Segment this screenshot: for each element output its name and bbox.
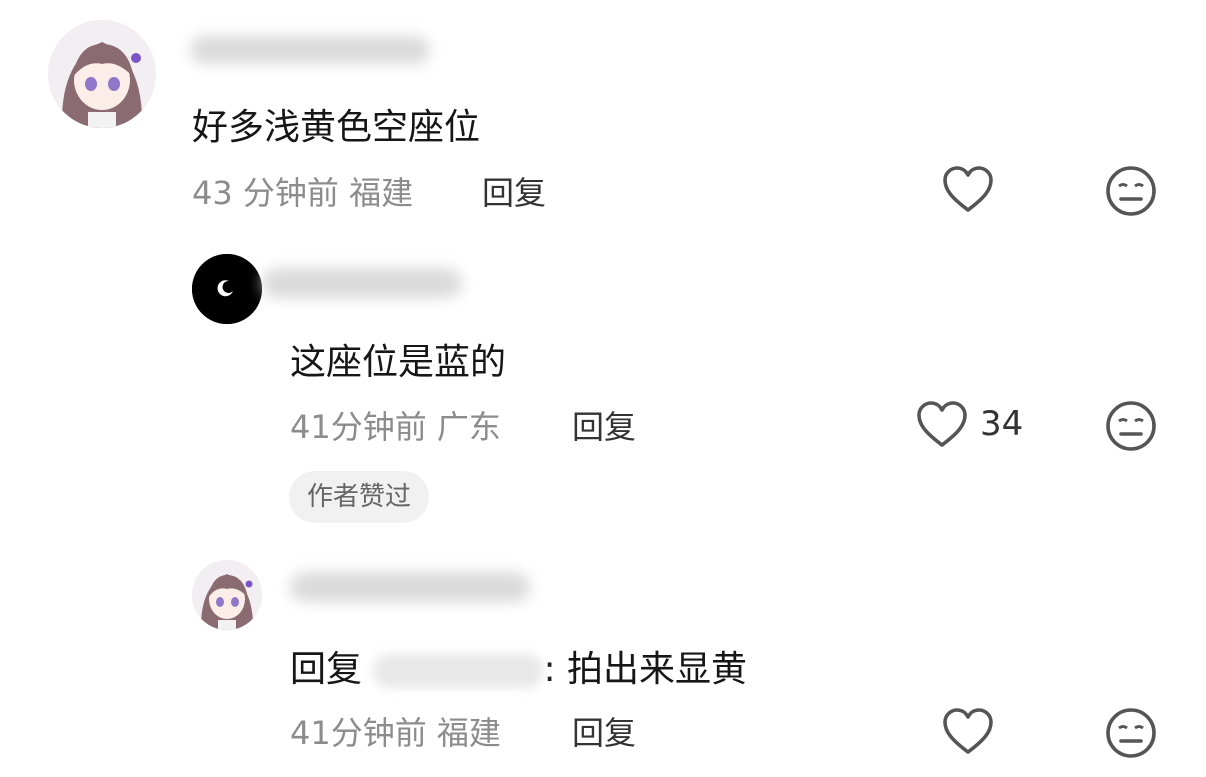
mention-redacted (373, 654, 544, 688)
meh-face-icon[interactable] (1104, 706, 1158, 764)
comment-time: 41分钟前 (290, 408, 427, 446)
heart-outline-icon[interactable] (942, 708, 994, 760)
reply-prefix: 回复 (290, 649, 363, 690)
reply-button[interactable]: 回复 (572, 708, 636, 754)
comment-meta: 41分钟前 广东 (290, 402, 501, 448)
comment-text: 回复 : 拍出来显黄 (290, 640, 747, 692)
comment-location: 福建 (436, 714, 501, 752)
avatar[interactable] (48, 20, 156, 128)
username-redacted (190, 36, 430, 64)
author-liked-badge: 作者赞过 (289, 471, 430, 523)
reply-button[interactable]: 回复 (482, 168, 546, 214)
meh-face-icon[interactable] (1104, 399, 1158, 457)
reply-button[interactable]: 回复 (572, 402, 636, 448)
avatar[interactable] (192, 560, 262, 630)
like-count: 34 (980, 404, 1024, 444)
comment-meta: 41分钟前 福建 (290, 708, 501, 754)
heart-outline-icon[interactable] (916, 401, 968, 453)
reply-text: : 拍出来显黄 (543, 649, 748, 690)
avatar[interactable] (192, 254, 262, 324)
username-redacted (262, 268, 462, 298)
comment-time: 41分钟前 (290, 714, 427, 752)
comment-location: 广东 (436, 408, 501, 446)
comment-location: 福建 (349, 174, 414, 212)
meh-face-icon[interactable] (1104, 164, 1158, 222)
username-redacted (290, 572, 530, 602)
heart-outline-icon[interactable] (942, 166, 994, 218)
comment-text: 好多浅黄色空座位 (192, 107, 481, 148)
comment-time: 43 分钟前 (192, 174, 339, 212)
comment-text: 这座位是蓝的 (290, 342, 507, 383)
comment-meta: 43 分钟前 福建 (192, 168, 413, 214)
